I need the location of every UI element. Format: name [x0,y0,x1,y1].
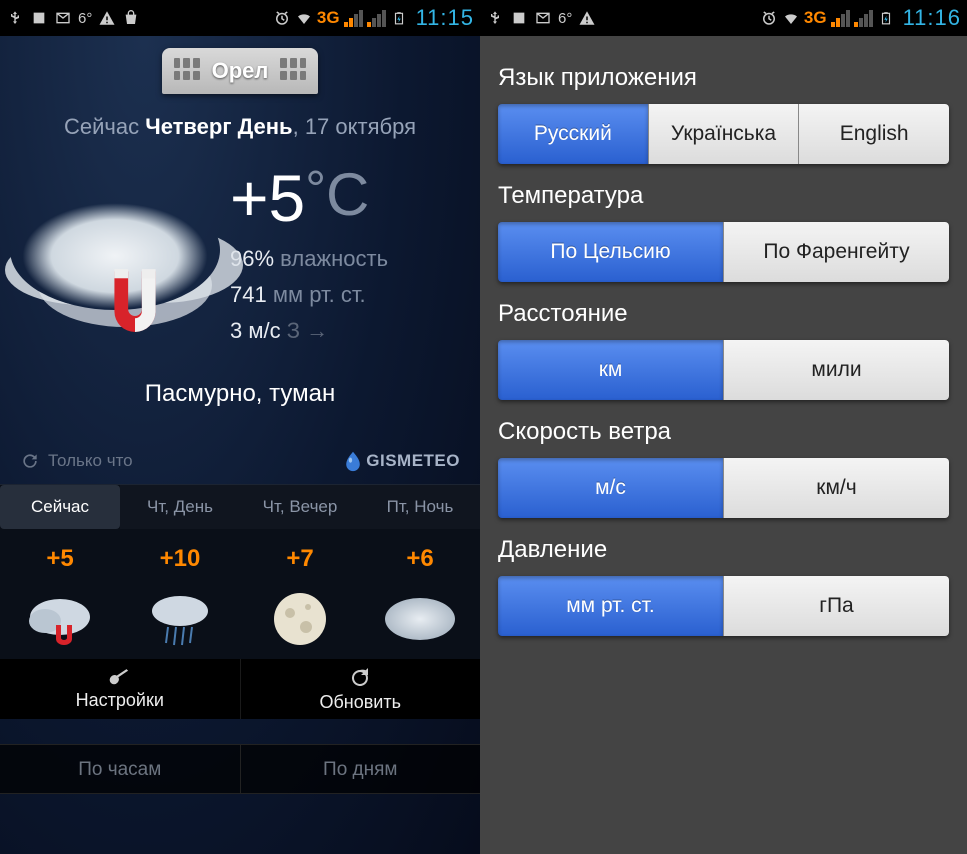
temp-option-fahrenheit[interactable]: По Фаренгейту [723,222,949,282]
wind-direction: З → [287,318,328,343]
status-bar: 6° 3G 11:16 [480,0,967,36]
pressure-label: мм рт. ст. [273,282,366,307]
weather-illustration [10,150,230,350]
temp-option-celsius[interactable]: По Цельсию [498,222,723,282]
segment-pressure: мм рт. ст. гПа [498,576,949,636]
alarm-icon [760,9,778,27]
pressure-value: 741 [230,282,267,307]
humidity-row: 96% влажность [230,246,460,272]
forecast-temp-3: +6 [360,529,480,579]
temp-value: +5 [230,160,305,236]
forecast-tab-night[interactable]: Пт, Ночь [360,485,480,529]
now-label: Сейчас [64,114,139,139]
usb-icon [6,9,24,27]
forecast-icon-moon [240,579,360,659]
settings-label: Настройки [76,690,164,711]
forecast-temp-0: +5 [0,529,120,579]
warning-icon [578,9,596,27]
wind-option-ms[interactable]: м/с [498,458,723,518]
lang-option-en[interactable]: English [798,104,949,164]
pressure-option-mmhg[interactable]: мм рт. ст. [498,576,723,636]
day-label: Четверг День [145,114,292,139]
updated-text: Только что [48,451,133,471]
status-temp: 6° [78,10,92,27]
hourly-button[interactable]: По часам [0,744,241,794]
brand-text: GISMETEO [366,451,460,471]
temp-degree: ° [305,160,326,220]
forecast-icon-cloudy [0,579,120,659]
condition-text: Пасмурно, туман [0,380,480,408]
warning-icon [98,9,116,27]
status-temp: 6° [558,10,572,27]
status-bar: 6° 3G 11:15 [0,0,480,36]
date-row: Сейчас Четверг День, 17 октября [0,114,480,140]
dist-option-km[interactable]: км [498,340,723,400]
city-name: Орел [212,58,269,83]
pressure-option-hpa[interactable]: гПа [723,576,949,636]
segment-language: Русский Українська English [498,104,949,164]
mail-icon [54,9,72,27]
reload-icon [348,666,372,690]
refresh-icon [20,451,40,471]
forecast-strip: Сейчас Чт, День Чт, Вечер Пт, Ночь +5 +1… [0,484,480,659]
settings-button[interactable]: Настройки [0,659,241,719]
status-clock: 11:15 [416,5,474,31]
mail-icon [534,9,552,27]
signal-bars-2 [854,9,873,27]
date-label: , 17 октября [293,114,416,139]
temperature-main: +5°C [230,160,460,236]
signal-bars-1 [344,9,363,27]
forecast-icon-rain [120,579,240,659]
refresh-label: Обновить [319,692,401,713]
alarm-icon [273,9,291,27]
forecast-tab-evening[interactable]: Чт, Вечер [240,485,360,529]
lang-option-ru[interactable]: Русский [498,104,648,164]
section-language-title: Язык приложения [498,64,949,92]
forecast-tab-day[interactable]: Чт, День [120,485,240,529]
signal-bars-1 [831,9,850,27]
last-updated[interactable]: Только что [20,451,133,471]
dist-option-mi[interactable]: мили [723,340,949,400]
lang-option-ua[interactable]: Українська [648,104,799,164]
wrench-icon [107,668,133,688]
signal-bars-2 [367,9,386,27]
usb-icon [486,9,504,27]
battery-icon [877,9,895,27]
wind-option-kmh[interactable]: км/ч [723,458,949,518]
segment-distance: км мили [498,340,949,400]
forecast-icon-cloudy-2 [360,579,480,659]
network-3g: 3G [317,8,340,28]
forecast-temp-1: +10 [120,529,240,579]
temp-unit: C [326,160,369,229]
wind-row: 3 м/с З → [230,318,460,344]
magnet-icon [100,260,170,340]
forecast-temp-2: +7 [240,529,360,579]
segment-temperature: По Цельсию По Фаренгейту [498,222,949,282]
refresh-button[interactable]: Обновить [241,659,481,719]
brand-logo[interactable]: GISMETEO [344,450,460,472]
city-selector[interactable]: Орел [162,48,319,94]
view-mode-overlay: По часам По дням [0,744,480,794]
droplet-icon [344,450,362,472]
battery-icon [390,9,408,27]
pressure-row: 741 мм рт. ст. [230,282,460,308]
daily-button[interactable]: По дням [241,744,481,794]
status-clock: 11:16 [903,5,961,31]
wifi-icon [782,9,800,27]
image-icon [30,9,48,27]
wind-value: 3 м/с [230,318,281,343]
segment-wind: м/с км/ч [498,458,949,518]
bag-icon [122,9,140,27]
humidity-label: влажность [280,246,388,271]
forecast-tab-now[interactable]: Сейчас [0,485,120,529]
section-distance-title: Расстояние [498,300,949,328]
section-temperature-title: Температура [498,182,949,210]
section-pressure-title: Давление [498,536,949,564]
image-icon [510,9,528,27]
section-wind-title: Скорость ветра [498,418,949,446]
network-3g: 3G [804,8,827,28]
wifi-icon [295,9,313,27]
humidity-value: 96% [230,246,274,271]
